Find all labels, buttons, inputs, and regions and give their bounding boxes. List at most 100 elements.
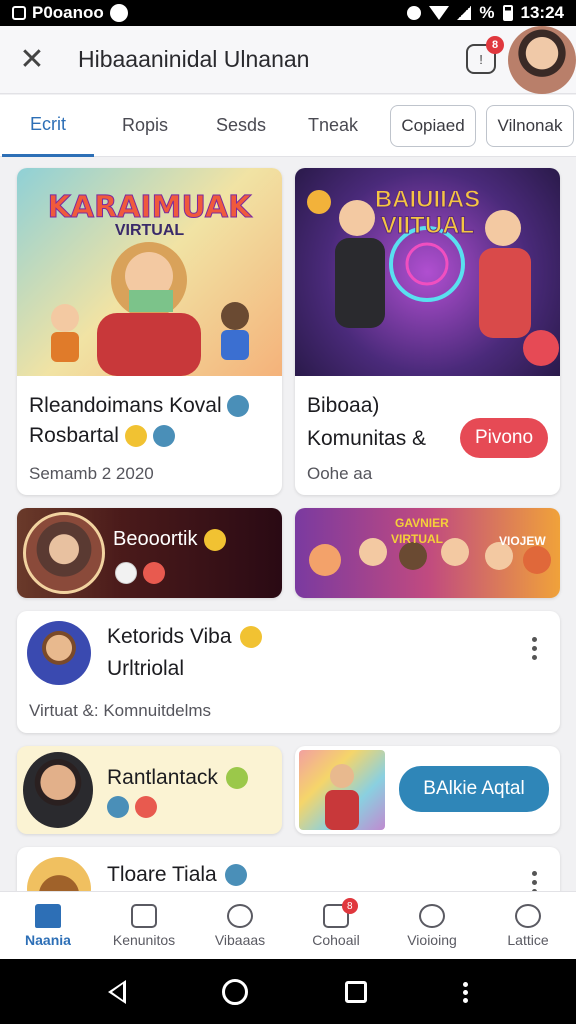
smile-emoji-icon bbox=[124, 425, 147, 448]
tab-vilnonak[interactable]: Vilnonak bbox=[486, 105, 574, 147]
home-icon bbox=[35, 903, 61, 928]
content-card-7[interactable]: BAlkie Aqtal bbox=[295, 746, 560, 834]
system-navigation-bar bbox=[0, 959, 576, 1024]
user-avatar[interactable] bbox=[508, 26, 576, 94]
reaction-emoji-icon bbox=[135, 796, 157, 818]
status-bar: P0oanoo % 13:24 bbox=[0, 0, 576, 26]
mail-badge: 8 bbox=[341, 898, 358, 914]
card-1-subtitle: Semamb 2 2020 bbox=[29, 464, 154, 483]
card-5-avatar bbox=[27, 621, 91, 685]
content-card-1[interactable]: KARAIMUAK VIRTUAL Rleandoimans Koval Ros… bbox=[17, 168, 282, 495]
nav-label-home: Naania bbox=[25, 931, 71, 948]
card-3-reactions bbox=[115, 562, 165, 584]
emoji-icon bbox=[225, 767, 248, 789]
card-2-title-1: Biboaa) bbox=[307, 394, 380, 417]
carrier-name: P0oanoo bbox=[32, 3, 104, 22]
card-2-title-2: Komunitas & bbox=[307, 427, 427, 450]
content-card-5[interactable]: Ketorids Viba Urltriolal Virtuat &: Komn… bbox=[17, 611, 560, 733]
more-options-icon[interactable] bbox=[532, 637, 538, 661]
nav-label-chat: Vioioing bbox=[407, 931, 457, 948]
verified-icon bbox=[224, 864, 247, 886]
tab-bar: Ecrit Ropis Sesds Tneak Copiaed Vilnonak bbox=[0, 95, 576, 157]
nav-item-chat[interactable]: Vioioing bbox=[384, 892, 480, 959]
nav-item-profile[interactable]: Lattice bbox=[480, 892, 576, 959]
card-7-illustration bbox=[325, 764, 359, 830]
content-card-4[interactable]: GAVNIER VIRTUAL VIOJEW bbox=[295, 508, 560, 598]
card-8-title-row: Tloare Tiala bbox=[107, 859, 247, 891]
close-button[interactable]: ✕ bbox=[0, 26, 64, 94]
chat-icon bbox=[419, 903, 445, 928]
location-icon bbox=[407, 6, 422, 20]
close-icon: ✕ bbox=[19, 43, 45, 76]
photo-notification-icon bbox=[12, 6, 26, 20]
nav-label-community: Kenunitos bbox=[112, 931, 176, 948]
tab-copiaed[interactable]: Copiaed bbox=[390, 105, 476, 147]
tab-sesds[interactable]: Sesds bbox=[196, 95, 286, 157]
card-4-banner-mid: VIRTUAL bbox=[391, 532, 443, 546]
nav-item-community[interactable]: Kenunitos bbox=[96, 892, 192, 959]
reaction-emoji-icon bbox=[115, 562, 137, 584]
notifications-button[interactable]: ! 8 bbox=[466, 36, 504, 74]
card-6-title: Rantlantack bbox=[107, 766, 218, 789]
card-1-banner-sub: VIRTUAL bbox=[114, 222, 185, 239]
card-1-image: KARAIMUAK VIRTUAL bbox=[17, 168, 282, 376]
card-4-banner-top: GAVNIER bbox=[395, 516, 449, 530]
back-icon[interactable] bbox=[108, 979, 127, 1004]
clock: 13:24 bbox=[520, 3, 564, 22]
content-card-2[interactable]: BAIUIIAS VIITUAL Biboaa) Komunitas & Piv… bbox=[295, 168, 560, 495]
verified-icon bbox=[152, 425, 175, 448]
card-5-title-row-1: Ketorids Viba bbox=[107, 621, 262, 653]
nav-label-camera: Vibaaas bbox=[214, 931, 266, 948]
nav-item-home[interactable]: Naania bbox=[0, 892, 96, 959]
nav-item-camera[interactable]: Vibaaas bbox=[192, 892, 288, 959]
card-7-thumbnail bbox=[299, 750, 385, 830]
notification-badge: 8 bbox=[486, 36, 504, 54]
card-3-avatar bbox=[23, 512, 105, 594]
reaction-emoji-icon bbox=[143, 562, 165, 584]
camera-icon bbox=[227, 903, 253, 928]
card-2-banner-sub: VIITUAL bbox=[380, 212, 475, 240]
tab-ecrit[interactable]: Ecrit bbox=[2, 95, 94, 157]
app-bar: ✕ Hibaaaninidal Ulnanan ! 8 bbox=[0, 26, 576, 94]
card-4-banner-right: VIOJEW bbox=[499, 534, 546, 548]
verified-icon bbox=[227, 395, 250, 418]
card-2-banner-title: BAIUIIAS bbox=[374, 186, 481, 214]
tab-ropis[interactable]: Ropis bbox=[100, 95, 190, 157]
nav-label-mail: Cohoail bbox=[312, 931, 360, 948]
card-5-title-line2: Urltriolal bbox=[107, 657, 185, 680]
card-2-subtitle: Oohe aa bbox=[307, 464, 373, 483]
content-card-6[interactable]: Rantlantack bbox=[17, 746, 282, 834]
card-1-title-2: Rosbartal bbox=[29, 420, 175, 452]
tab-tneak[interactable]: Tneak bbox=[288, 95, 378, 157]
smile-emoji-icon bbox=[239, 626, 262, 648]
card-1-title-line1: Rleandoimans Koval bbox=[29, 394, 222, 417]
card-3-title: Beooortik bbox=[113, 528, 198, 550]
bottom-navigation: Naania Kenunitos Vibaaas 8 Cohoail Vioio… bbox=[0, 891, 576, 959]
smile-emoji-icon bbox=[203, 528, 226, 551]
card-7-action-button[interactable]: BAlkie Aqtal bbox=[399, 766, 549, 812]
more-icon[interactable] bbox=[462, 981, 468, 1002]
wifi-icon bbox=[429, 6, 450, 20]
battery-percent: % bbox=[479, 3, 495, 22]
nav-item-mail[interactable]: 8 Cohoail bbox=[288, 892, 384, 959]
community-icon bbox=[131, 903, 157, 928]
home-button-icon[interactable] bbox=[222, 978, 249, 1005]
verified-icon bbox=[107, 796, 129, 818]
battery-icon bbox=[502, 5, 513, 21]
card-1-banner-title: KARAIMUAK bbox=[47, 190, 252, 226]
bell-icon: ! bbox=[479, 51, 483, 67]
card-6-title-row: Rantlantack bbox=[107, 762, 248, 794]
card-2-action-button[interactable]: Pivono bbox=[460, 418, 548, 458]
card-6-reactions bbox=[107, 796, 157, 818]
card-5-title-line1: Ketorids Viba bbox=[107, 625, 232, 648]
card-2-image: BAIUIIAS VIITUAL bbox=[295, 168, 560, 376]
profile-icon bbox=[515, 903, 541, 928]
card-8-title: Tloare Tiala bbox=[107, 863, 217, 886]
content-card-3[interactable]: Beooortik bbox=[17, 508, 282, 598]
card-5-subtitle: Virtuat &: Komnuitdelms bbox=[29, 701, 212, 720]
recent-apps-icon[interactable] bbox=[344, 980, 367, 1003]
nav-label-profile: Lattice bbox=[507, 931, 549, 948]
page-title: Hibaaaninidal Ulnanan bbox=[78, 46, 310, 72]
card-3-title-row: Beooortik bbox=[113, 528, 226, 551]
signal-icon bbox=[457, 6, 472, 20]
